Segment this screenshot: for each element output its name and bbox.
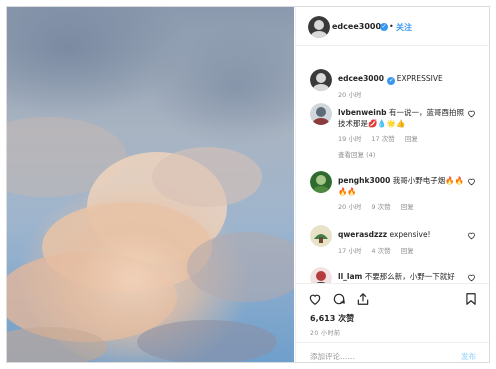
post-comment-button[interactable]: 发布	[461, 351, 476, 362]
comment-likes[interactable]: 4 次赞	[371, 247, 390, 255]
heart-icon[interactable]	[467, 273, 476, 282]
avatar[interactable]	[310, 225, 332, 247]
comment-time: 20 小时	[338, 203, 362, 211]
verified-icon: ✓	[380, 23, 388, 31]
separator-dot: •	[389, 22, 394, 31]
comment-meta: 17 小时 4 次赞 回复	[338, 245, 422, 255]
reply-button[interactable]: 回复	[405, 135, 418, 143]
like-icon[interactable]	[308, 292, 322, 306]
comment-body: qwerasdzzz expensive!	[338, 229, 468, 240]
bookmark-icon[interactable]	[464, 292, 478, 306]
reply-button[interactable]: 回复	[401, 247, 414, 255]
caption-text: EXPRESSIVE	[396, 74, 443, 83]
header-username[interactable]: edcee3000	[332, 22, 381, 31]
caption-meta: 20 小时	[338, 89, 369, 99]
comment-username[interactable]: penghk3000	[338, 176, 390, 185]
share-icon[interactable]	[356, 292, 370, 306]
add-comment-bar: 添加评论…… 发布	[296, 342, 489, 362]
comment-body: ll_lam 不要那么新，小野一下就好	[338, 271, 468, 282]
comment-text: expensive!	[389, 230, 431, 239]
avatar[interactable]	[308, 16, 330, 38]
comment-username[interactable]: lvbenweinb	[338, 108, 387, 117]
heart-icon[interactable]	[467, 231, 476, 240]
caption-time: 20 小时	[338, 91, 362, 99]
comment-meta: 19 小时 17 次赞 回复	[338, 133, 426, 143]
comment-likes[interactable]: 9 次赞	[371, 203, 390, 211]
comment-likes[interactable]: 17 次赞	[371, 135, 394, 143]
reply-button[interactable]: 回复	[401, 203, 414, 211]
comment-time: 17 小时	[338, 247, 362, 255]
follow-button[interactable]: 关注	[396, 22, 412, 33]
comment-username[interactable]: qwerasdzzz	[338, 230, 387, 239]
post-photo[interactable]	[7, 7, 294, 362]
post-actions: 6,613 次赞 20 小时前 添加评论…… 发布	[296, 283, 489, 362]
comment-body: lvbenweinb 有一说一，蓝哥酉拍照技术那是💋💧🌟👍	[338, 107, 468, 129]
comment-username[interactable]: ll_lam	[338, 272, 362, 281]
comment-body: penghk3000 我哥小野电子烟🔥🔥🔥🔥	[338, 175, 468, 197]
comment-icon[interactable]	[332, 292, 346, 306]
heart-icon[interactable]	[467, 109, 476, 118]
comment-text: 不要那么新，小野一下就好	[364, 272, 455, 281]
avatar[interactable]	[310, 103, 332, 125]
avatar[interactable]	[310, 171, 332, 193]
post-timestamp: 20 小时前	[310, 330, 341, 337]
post-dialog: edcee3000 ✓ • 关注 edcee3000 ✓ EXPRESSIVE …	[6, 6, 490, 363]
comment-meta: 20 小时 9 次赞 回复	[338, 201, 422, 211]
post-sidebar: edcee3000 ✓ • 关注 edcee3000 ✓ EXPRESSIVE …	[295, 7, 489, 362]
caption-username[interactable]: edcee3000	[338, 74, 384, 83]
avatar[interactable]	[310, 69, 332, 91]
likes-count[interactable]: 6,613 次赞	[310, 313, 354, 324]
comment-time: 19 小时	[338, 135, 362, 143]
post-header: edcee3000 ✓ • 关注	[296, 7, 489, 46]
verified-icon: ✓	[387, 77, 396, 85]
comments-list[interactable]: edcee3000 ✓ EXPRESSIVE 20 小时 lvbenweinb …	[296, 45, 489, 283]
comment-input[interactable]: 添加评论……	[310, 351, 355, 362]
view-replies-link[interactable]: 查看回复 (4)	[338, 149, 375, 159]
caption-body: edcee3000 ✓ EXPRESSIVE	[338, 73, 468, 85]
avatar[interactable]	[310, 267, 332, 283]
heart-icon[interactable]	[467, 177, 476, 186]
